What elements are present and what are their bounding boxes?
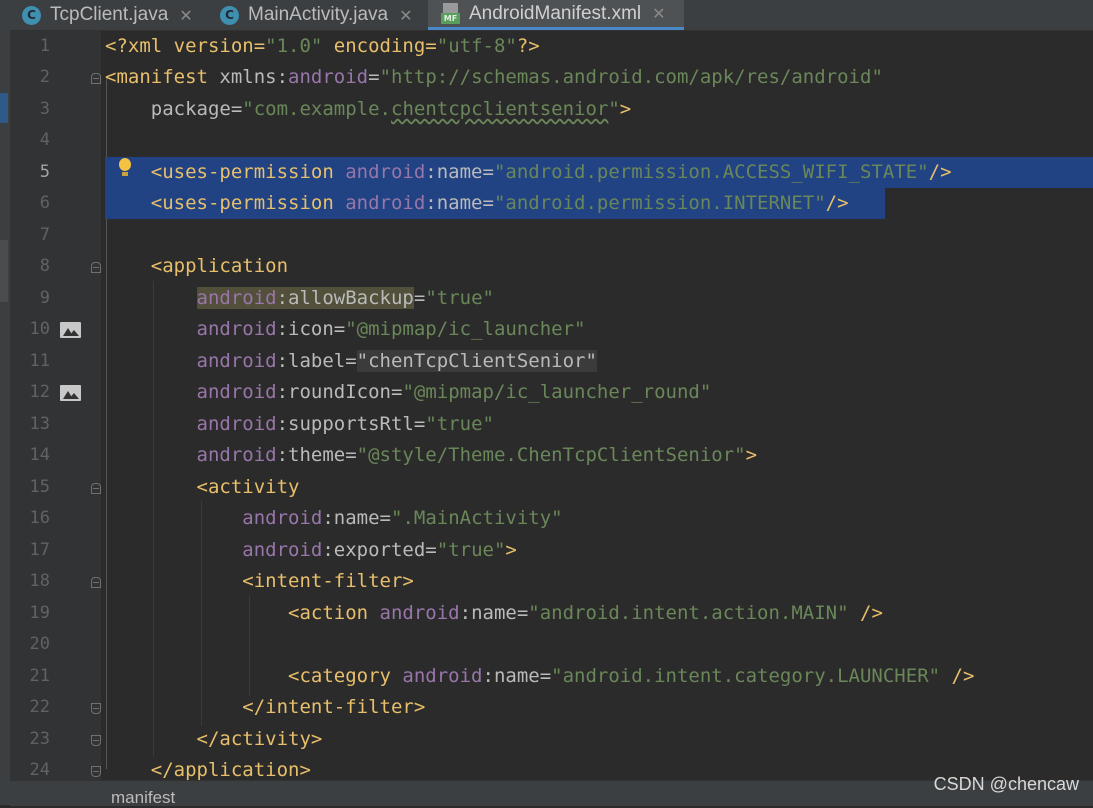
editor-gutter[interactable]: 1 2 3 4 5 6 7 8 9 10 11 12 13 14 15 16 1… [10, 31, 107, 780]
code-editor[interactable]: <?xml version="1.0" encoding="utf-8"?> <… [101, 31, 1093, 781]
close-icon[interactable]: ✕ [399, 6, 412, 25]
code-line-16: android:name=".MainActivity" [242, 507, 563, 529]
editor-tab-bar: C TcpClient.java ✕ C MainActivity.java ✕… [10, 0, 1093, 31]
line-number: 6 [39, 193, 50, 213]
code-line-11: android:label="chenTcpClientSenior" [196, 350, 597, 372]
line-number: 2 [39, 67, 50, 87]
code-line-13: android:supportsRtl="true" [196, 413, 494, 435]
java-class-icon: C [22, 5, 41, 25]
code-line-18: <intent-filter> [105, 570, 414, 592]
manifest-file-icon: MF [441, 2, 460, 25]
java-class-icon: C [220, 5, 239, 25]
line-number: 7 [39, 225, 50, 245]
line-number: 4 [39, 130, 50, 150]
code-line-2: <manifest xmlns:android="http://schemas.… [105, 66, 883, 88]
code-line-10: android:icon="@mipmap/ic_launcher" [196, 318, 586, 340]
line-number: 15 [29, 477, 50, 497]
line-number: 14 [29, 445, 50, 465]
tab-label: MainActivity.java [248, 4, 389, 25]
code-line-14: android:theme="@style/Theme.ChenTcpClien… [196, 444, 758, 466]
code-line-6: <uses-permission android:name="android.p… [105, 192, 849, 214]
fold-marker-icon[interactable] [91, 73, 101, 84]
code-line-17: android:exported="true"> [242, 539, 517, 561]
line-number: 19 [29, 603, 50, 623]
breadcrumb-bar: manifest [10, 780, 1093, 808]
tab-label: AndroidManifest.xml [469, 2, 642, 24]
close-icon[interactable]: ✕ [652, 4, 665, 23]
code-line-1: <?xml version="1.0" encoding="utf-8"?> [105, 35, 540, 57]
fold-marker-icon[interactable] [91, 262, 101, 273]
line-number: 20 [29, 634, 50, 654]
line-number: 16 [29, 508, 50, 528]
line-number: 9 [39, 288, 50, 308]
watermark: CSDN @chencaw [933, 774, 1079, 794]
code-line-21: <category android:name="android.intent.c… [105, 665, 975, 687]
tab-androidmanifest-xml[interactable]: MF AndroidManifest.xml ✕ [428, 0, 684, 30]
code-line-23: </activity> [105, 728, 323, 750]
tab-label: TcpClient.java [50, 4, 169, 25]
fold-marker-icon[interactable] [91, 703, 101, 714]
fold-marker-icon[interactable] [91, 735, 101, 746]
code-line-3: package="com.example.chentcpclientsenior… [105, 98, 632, 120]
tab-mainactivity-java[interactable]: C MainActivity.java ✕ [220, 0, 425, 30]
breadcrumb-item-manifest[interactable]: manifest [111, 788, 175, 808]
line-number: 11 [29, 351, 50, 371]
line-number: 10 [29, 319, 50, 339]
image-preview-icon[interactable] [60, 322, 81, 338]
line-number: 13 [29, 414, 50, 434]
line-number: 21 [29, 666, 50, 686]
line-number-current: 5 [39, 162, 50, 182]
project-panel-marker[interactable] [0, 93, 8, 123]
left-tool-strip [0, 0, 10, 805]
code-line-12: android:roundIcon="@mipmap/ic_launcher_r… [196, 381, 712, 403]
line-number: 8 [39, 256, 50, 276]
line-number: 22 [29, 697, 50, 717]
line-number: 18 [29, 571, 50, 591]
code-line-8: <application [105, 255, 289, 277]
line-number: 1 [39, 36, 50, 56]
structure-panel-marker[interactable] [0, 240, 8, 302]
code-line-9: android:allowBackup="true" [196, 287, 494, 309]
line-number: 23 [29, 729, 50, 749]
fold-marker-icon[interactable] [91, 766, 101, 777]
fold-marker-icon[interactable] [91, 577, 101, 588]
line-number: 12 [29, 382, 50, 402]
code-line-19: <action android:name="android.intent.act… [105, 602, 883, 624]
image-preview-icon[interactable] [60, 385, 81, 401]
code-line-15: <activity [105, 476, 300, 498]
code-line-5: <uses-permission android:name="android.p… [105, 161, 952, 183]
tab-tcpclient-java[interactable]: C TcpClient.java ✕ [22, 0, 207, 30]
close-icon[interactable]: ✕ [179, 6, 192, 25]
code-line-22: </intent-filter> [105, 696, 426, 718]
line-number: 3 [39, 99, 50, 119]
line-number: 17 [29, 540, 50, 560]
fold-marker-icon[interactable] [91, 483, 101, 494]
